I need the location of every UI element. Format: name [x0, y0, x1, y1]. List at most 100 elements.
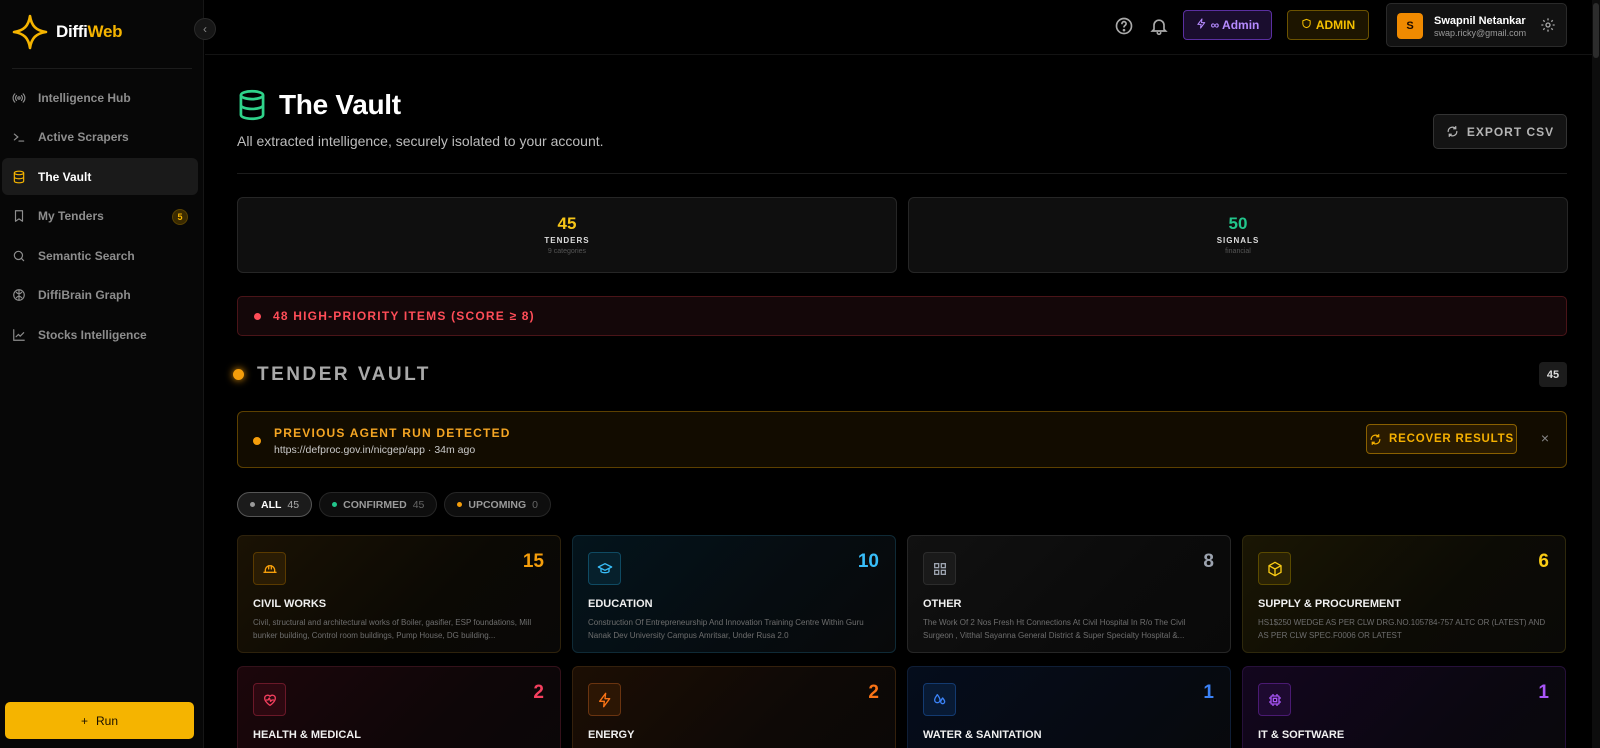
category-card-health-medical[interactable]: 2 HEALTH & MEDICAL — [237, 666, 561, 748]
sidebar-item-my-tenders[interactable]: My Tenders 5 — [2, 198, 198, 235]
category-count: 1 — [1538, 682, 1549, 703]
sidebar-item-active-scrapers[interactable]: Active Scrapers — [2, 119, 198, 156]
refresh-icon — [1370, 433, 1381, 445]
scrollbar-thumb[interactable] — [1593, 3, 1599, 58]
sidebar-item-label: DiffiBrain Graph — [38, 288, 131, 302]
stat-value: 50 — [1228, 214, 1248, 233]
filter-count: 45 — [412, 498, 425, 511]
category-card-other[interactable]: 8 OTHER The Work Of 2 Nos Fresh Ht Conne… — [907, 535, 1231, 653]
close-icon[interactable]: × — [1536, 429, 1554, 447]
lightning-icon — [588, 683, 621, 716]
status-filters: ALL 45 CONFIRMED 45 UPCOMING 0 — [237, 492, 551, 517]
filter-label: UPCOMING — [468, 498, 527, 511]
section-dot-icon — [233, 369, 244, 380]
filter-all[interactable]: ALL 45 — [237, 492, 313, 517]
sidebar-item-intelligence-hub[interactable]: Intelligence Hub — [2, 79, 198, 116]
filter-count: 0 — [532, 498, 538, 511]
category-count: 10 — [857, 551, 879, 572]
category-title: OTHER — [923, 598, 962, 610]
previous-agent-run-banner: PREVIOUS AGENT RUN DETECTED https://defp… — [237, 411, 1567, 468]
broadcast-icon — [11, 90, 27, 106]
section-count-badge: 45 — [1539, 362, 1567, 387]
export-csv-label: EXPORT CSV — [1466, 124, 1555, 139]
run-button[interactable]: + Run — [5, 702, 194, 739]
search-icon — [11, 248, 27, 264]
filter-label: CONFIRMED — [343, 498, 407, 511]
category-card-civil-works[interactable]: 15 CIVIL WORKS Civil, structural and arc… — [237, 535, 561, 653]
sidebar-item-label: Intelligence Hub — [38, 90, 131, 105]
category-card-it-software[interactable]: 1 IT & SOFTWARE — [1242, 666, 1566, 748]
refresh-icon — [1447, 126, 1458, 137]
category-count: 15 — [522, 551, 544, 572]
category-count: 1 — [1203, 682, 1214, 703]
hard-hat-icon — [253, 552, 286, 585]
cpu-icon — [1258, 683, 1291, 716]
recover-results-label: RECOVER RESULTS — [1389, 433, 1514, 445]
category-title: WATER & SANITATION — [923, 729, 1042, 741]
category-card-education[interactable]: 10 EDUCATION Construction Of Entrepreneu… — [572, 535, 896, 653]
title-divider — [237, 173, 1567, 174]
sidebar-item-stocks-intelligence[interactable]: Stocks Intelligence — [2, 316, 198, 353]
sidebar-item-the-vault[interactable]: The Vault — [2, 158, 198, 195]
alert-dot-icon — [254, 312, 261, 320]
filter-count: 45 — [287, 498, 300, 511]
category-desc: Construction Of Entrepreneurship And Inn… — [588, 618, 864, 640]
bookmark-icon — [11, 208, 27, 224]
category-count: 2 — [533, 682, 544, 703]
logo[interactable]: DiffiWeb — [12, 14, 123, 50]
category-count: 2 — [868, 682, 879, 703]
chevron-left-icon: ‹ — [203, 22, 207, 36]
category-title: ENERGY — [588, 729, 635, 741]
category-card-supply-procurement[interactable]: 6 SUPPLY & PROCUREMENT HS1$250 WEDGE AS … — [1242, 535, 1566, 653]
recover-results-button[interactable]: RECOVER RESULTS — [1366, 424, 1517, 454]
heart-pulse-icon — [253, 683, 286, 716]
chart-line-icon — [11, 327, 27, 343]
category-title: CIVIL WORKS — [253, 598, 327, 610]
category-title: SUPPLY & PROCUREMENT — [1258, 598, 1402, 610]
sidebar-item-label: My Tenders — [38, 209, 104, 223]
graduation-cap-icon — [588, 552, 621, 585]
plus-icon: + — [80, 713, 88, 728]
filter-upcoming[interactable]: UPCOMING 0 — [444, 492, 551, 517]
sidebar-divider — [12, 68, 192, 69]
grid-icon — [923, 552, 956, 585]
page-subtitle: All extracted intelligence, securely iso… — [237, 133, 604, 149]
filter-dot-icon — [457, 502, 463, 507]
filter-label: ALL — [261, 498, 282, 511]
high-priority-banner[interactable]: 48 HIGH-PRIORITY ITEMS (SCORE ≥ 8) — [237, 296, 1567, 336]
filter-confirmed[interactable]: CONFIRMED 45 — [319, 492, 438, 517]
database-icon — [239, 89, 265, 121]
droplets-icon — [923, 683, 956, 716]
agent-status-dot-icon — [253, 437, 261, 445]
category-desc: The Work Of 2 Nos Fresh Ht Connections A… — [923, 618, 1186, 640]
category-desc: Civil, structural and architectural work… — [253, 618, 532, 640]
category-count: 8 — [1203, 551, 1214, 572]
scrollbar-track[interactable] — [1592, 0, 1600, 748]
section-title: TENDER VAULT — [257, 364, 431, 385]
export-csv-button[interactable]: EXPORT CSV — [1433, 114, 1567, 149]
stat-value: 45 — [557, 214, 577, 233]
filter-dot-icon — [250, 502, 255, 507]
sidebar-item-label: The Vault — [38, 169, 92, 184]
stat-card-tenders[interactable]: 45 TENDERS 9 categories — [237, 197, 897, 273]
agent-banner-url: https://defproc.gov.in/nicgep/app · 34m … — [274, 444, 476, 456]
tender-vault-header: TENDER VAULT 45 — [233, 362, 1567, 388]
category-card-water-sanitation[interactable]: 1 WATER & SANITATION — [907, 666, 1231, 748]
stat-label: TENDERS — [544, 236, 590, 245]
sidebar-item-label: Stocks Intelligence — [38, 327, 147, 342]
brain-icon — [11, 287, 27, 303]
stat-card-signals[interactable]: 50 SIGNALS financial — [908, 197, 1568, 273]
tenders-count-badge: 5 — [172, 208, 188, 225]
sidebar-item-diffibrain-graph[interactable]: DiffiBrain Graph — [2, 277, 198, 314]
collapse-sidebar-button[interactable]: ‹ — [194, 18, 216, 40]
category-card-energy[interactable]: 2 ENERGY — [572, 666, 896, 748]
category-title: HEALTH & MEDICAL — [253, 729, 361, 741]
run-button-label: Run — [96, 713, 119, 728]
sidebar-nav: Intelligence Hub Active Scrapers The Vau… — [2, 79, 198, 356]
category-count: 6 — [1538, 551, 1549, 572]
sidebar-item-semantic-search[interactable]: Semantic Search — [2, 237, 198, 274]
sidebar-item-label: Semantic Search — [38, 248, 135, 263]
page-title: The Vault — [279, 89, 401, 120]
page-title-row: The Vault — [237, 89, 401, 121]
stat-label: SIGNALS — [1216, 236, 1260, 245]
